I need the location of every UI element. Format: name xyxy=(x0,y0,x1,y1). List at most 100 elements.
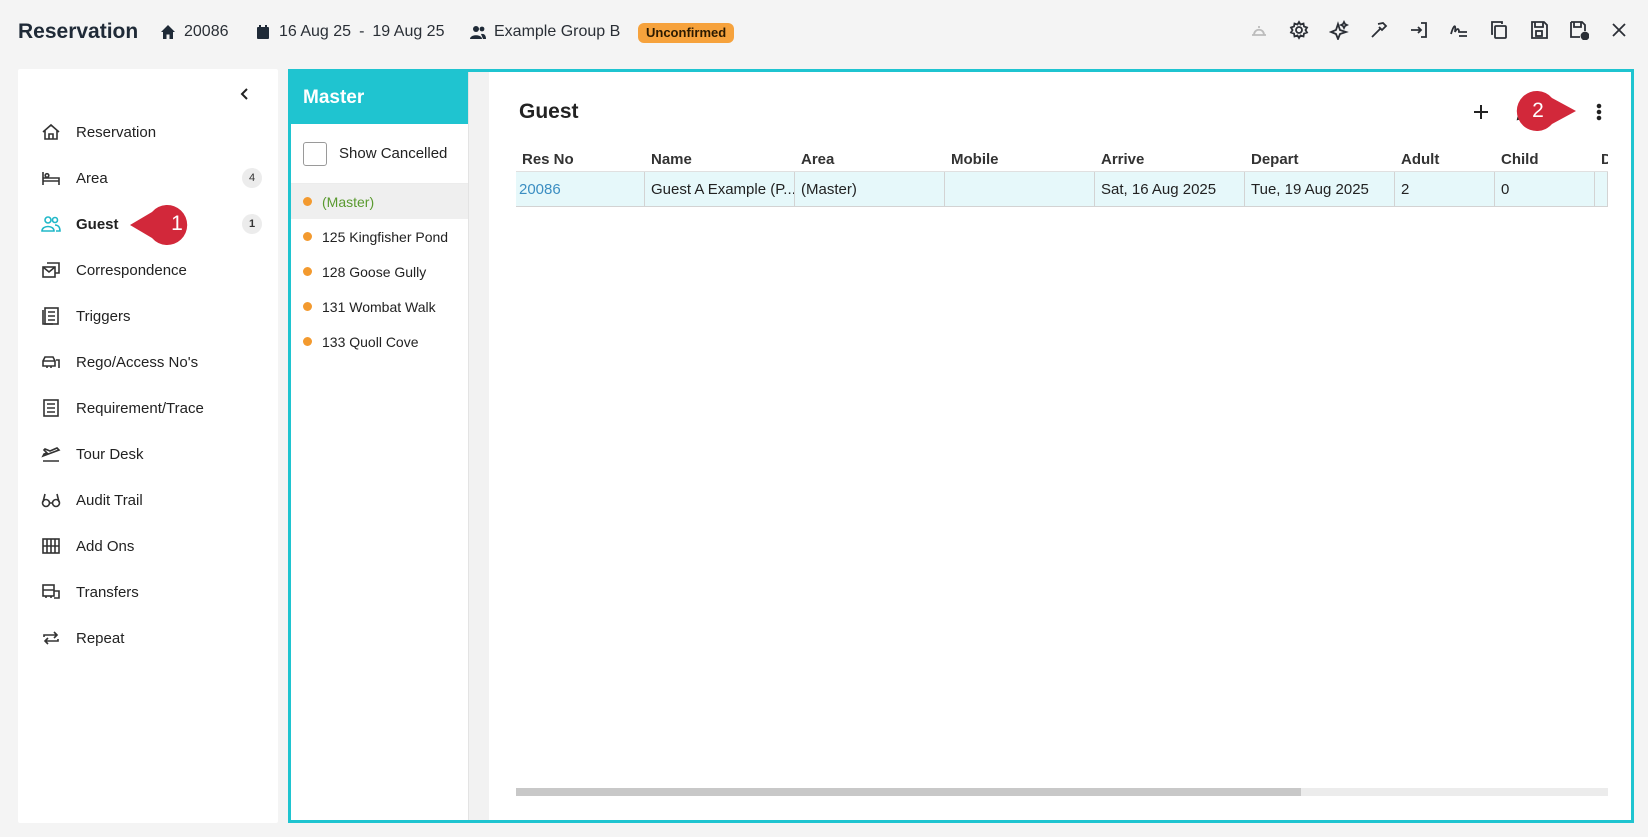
status-dot xyxy=(303,337,312,346)
column-header-area[interactable]: Area xyxy=(795,148,945,171)
column-header-name[interactable]: Name xyxy=(645,148,795,171)
copy-icon[interactable] xyxy=(1488,19,1510,41)
callout-2: 2 xyxy=(1532,99,1544,122)
area-item-label: (Master) xyxy=(322,193,375,210)
grid-icon xyxy=(40,535,62,557)
group-name-text: Example Group B xyxy=(494,23,621,40)
checklist-icon xyxy=(40,397,62,419)
sidebar-item-add-ons[interactable]: Add Ons xyxy=(18,523,278,569)
cell-mobile xyxy=(945,172,1095,206)
sidebar-item-requirement[interactable]: Requirement/Trace xyxy=(18,385,278,431)
area-item-133[interactable]: 133 Quoll Cove xyxy=(291,324,468,359)
signature-icon[interactable] xyxy=(1448,19,1470,41)
count-badge: 1 xyxy=(242,214,262,234)
home-icon xyxy=(161,25,175,39)
home-icon xyxy=(40,121,62,143)
area-item-label: 133 Quoll Cove xyxy=(322,333,419,350)
show-cancelled-checkbox[interactable] xyxy=(303,141,327,166)
area-item-master[interactable]: (Master) xyxy=(291,184,468,219)
plus-icon xyxy=(1474,105,1488,119)
sidebar-item-label: Correspondence xyxy=(76,261,187,279)
close-icon[interactable] xyxy=(1608,19,1630,41)
status-dot xyxy=(303,302,312,311)
show-cancelled-label: Show Cancelled xyxy=(339,145,448,162)
car-icon xyxy=(40,351,62,373)
show-cancelled-toggle[interactable]: Show Cancelled xyxy=(291,124,468,184)
column-header-res-no[interactable]: Res No xyxy=(516,148,645,171)
cell-adult: 2 xyxy=(1395,172,1495,206)
sparkle-icon[interactable] xyxy=(1328,19,1350,41)
sidebar-item-label: Add Ons xyxy=(76,537,135,555)
bell-icon[interactable] xyxy=(1248,19,1270,41)
status-dot xyxy=(303,197,312,206)
date-separator: - xyxy=(359,23,365,40)
guest-panel: Guest Res No Name Area Mobile Arrive Dep… xyxy=(489,72,1631,820)
scrollbar-thumb[interactable] xyxy=(516,788,1301,796)
sidebar-item-label: Area xyxy=(76,169,108,187)
bus-icon xyxy=(40,581,62,603)
chevron-left-icon xyxy=(240,88,248,100)
cell-area: (Master) xyxy=(795,172,945,206)
more-options-button[interactable] xyxy=(1587,100,1611,124)
repeat-icon xyxy=(40,627,62,649)
horizontal-scrollbar[interactable] xyxy=(516,788,1608,796)
sidebar-item-audit-trail[interactable]: Audit Trail xyxy=(18,477,278,523)
column-header-mobile[interactable]: Mobile xyxy=(945,148,1095,171)
column-header-adult[interactable]: Adult xyxy=(1395,148,1495,171)
mail-icon xyxy=(40,259,62,281)
collapse-sidebar-button[interactable] xyxy=(234,83,256,105)
sidebar-item-area[interactable]: Area 4 xyxy=(18,155,278,201)
panel-divider xyxy=(469,72,489,820)
calendar-icon xyxy=(257,25,269,39)
cell-d xyxy=(1595,172,1608,206)
section-title: Guest xyxy=(519,100,579,123)
glasses-icon xyxy=(40,489,62,511)
area-item-label: 131 Wombat Walk xyxy=(322,298,436,315)
cell-depart: Tue, 19 Aug 2025 xyxy=(1245,172,1395,206)
table-row[interactable]: 20086 Guest A Example (P... (Master) Sat… xyxy=(516,172,1608,207)
column-header-child[interactable]: Child xyxy=(1495,148,1595,171)
column-header-depart[interactable]: Depart xyxy=(1245,148,1395,171)
page-title: Reservation xyxy=(18,20,139,43)
sidebar-item-label: Repeat xyxy=(76,629,125,647)
sidebar-nav: Reservation Area 4 Guest 1 Correspondenc… xyxy=(18,109,278,661)
sidebar-item-tour-desk[interactable]: Tour Desk xyxy=(18,431,278,477)
sidebar-item-triggers[interactable]: Triggers xyxy=(18,293,278,339)
sidebar-item-rego[interactable]: Rego/Access No's xyxy=(18,339,278,385)
hammer-icon[interactable] xyxy=(1368,19,1390,41)
reservation-number: 20086 xyxy=(160,23,229,41)
status-dot xyxy=(303,232,312,241)
list-icon xyxy=(40,305,62,327)
area-item-128[interactable]: 128 Goose Gully xyxy=(291,254,468,289)
reservation-number-text: 20086 xyxy=(184,23,229,40)
guest-table: Res No Name Area Mobile Arrive Depart Ad… xyxy=(516,148,1608,207)
column-header-d[interactable]: D xyxy=(1595,148,1608,171)
add-guest-button[interactable] xyxy=(1469,100,1493,124)
users-icon xyxy=(40,213,62,235)
save-icon[interactable] xyxy=(1528,19,1550,41)
area-item-125[interactable]: 125 Kingfisher Pond xyxy=(291,219,468,254)
save-close-icon[interactable] xyxy=(1568,19,1590,41)
sidebar-item-transfers[interactable]: Transfers xyxy=(18,569,278,615)
group-icon xyxy=(470,26,486,39)
top-bar: Reservation 20086 16 Aug 25 - 19 Aug 25 … xyxy=(0,0,1648,66)
gear-icon[interactable] xyxy=(1288,19,1310,41)
reservation-dates: 16 Aug 25 - 19 Aug 25 xyxy=(255,23,444,41)
column-header-arrive[interactable]: Arrive xyxy=(1095,148,1245,171)
sidebar-item-label: Audit Trail xyxy=(76,491,143,509)
cell-arrive: Sat, 16 Aug 2025 xyxy=(1095,172,1245,206)
area-item-label: 125 Kingfisher Pond xyxy=(322,228,449,245)
area-item-131[interactable]: 131 Wombat Walk xyxy=(291,289,468,324)
sign-in-icon[interactable] xyxy=(1408,19,1430,41)
sidebar-item-label: Reservation xyxy=(76,123,157,141)
sidebar-item-repeat[interactable]: Repeat xyxy=(18,615,278,661)
sidebar-item-label: Guest xyxy=(76,215,119,233)
date-from: 16 Aug 25 xyxy=(279,23,352,40)
date-to: 19 Aug 25 xyxy=(372,23,445,40)
table-header: Res No Name Area Mobile Arrive Depart Ad… xyxy=(516,148,1608,172)
cell-res-no[interactable]: 20086 xyxy=(516,172,645,206)
sidebar-item-label: Requirement/Trace xyxy=(76,399,204,417)
area-list-panel: Master Show Cancelled (Master) 125 Kingf… xyxy=(291,72,469,820)
sidebar-item-reservation[interactable]: Reservation xyxy=(18,109,278,155)
sidebar-item-correspondence[interactable]: Correspondence xyxy=(18,247,278,293)
